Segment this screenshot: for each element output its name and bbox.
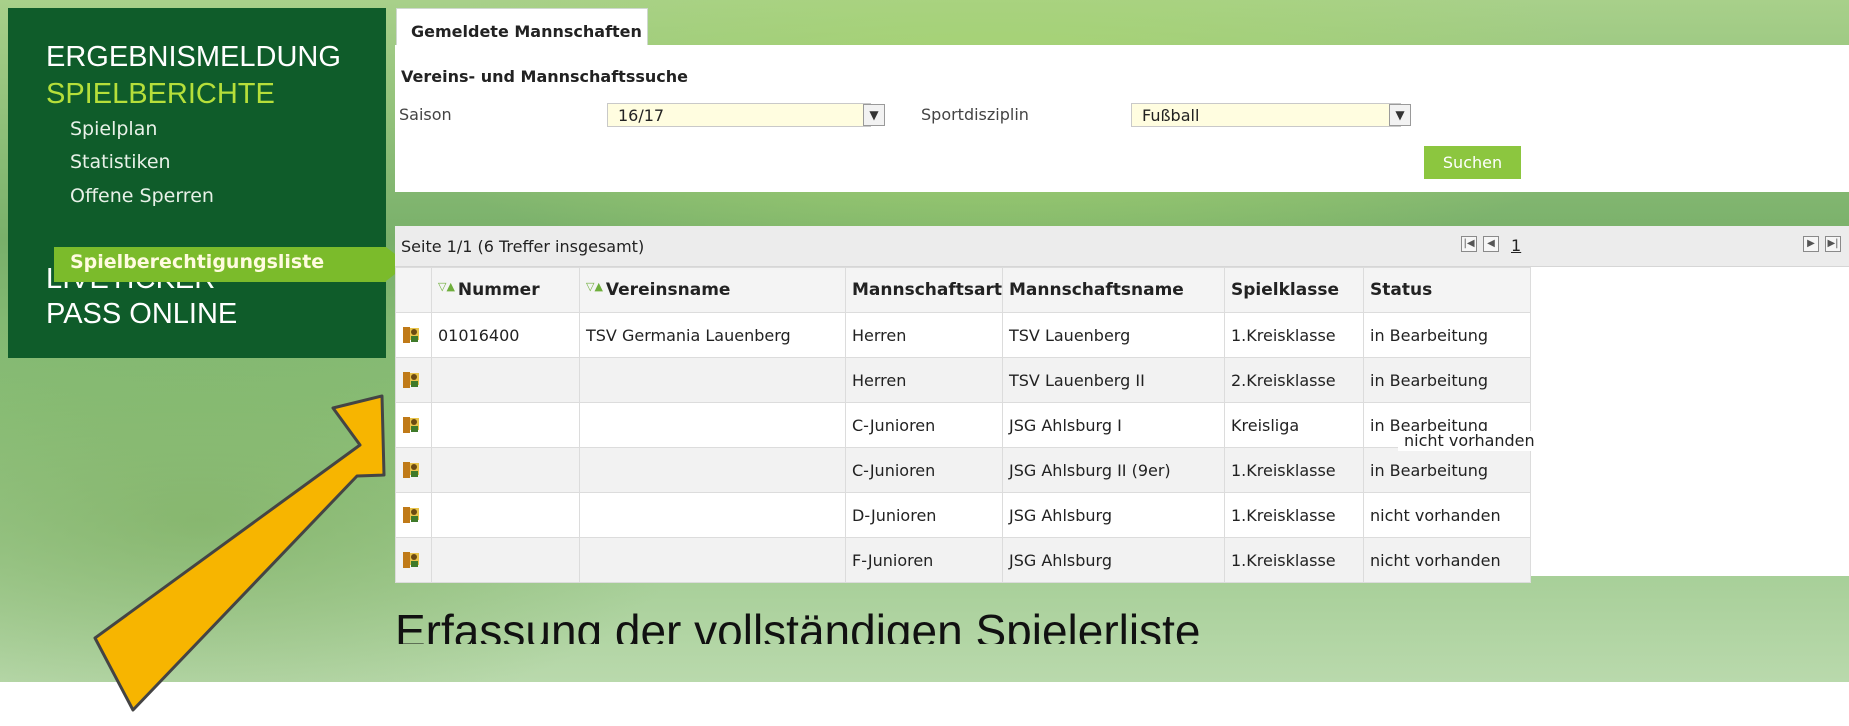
caption-text: Erfassung der vollständigen Spielerliste [395, 605, 1201, 644]
arrow-shape [93, 394, 386, 712]
